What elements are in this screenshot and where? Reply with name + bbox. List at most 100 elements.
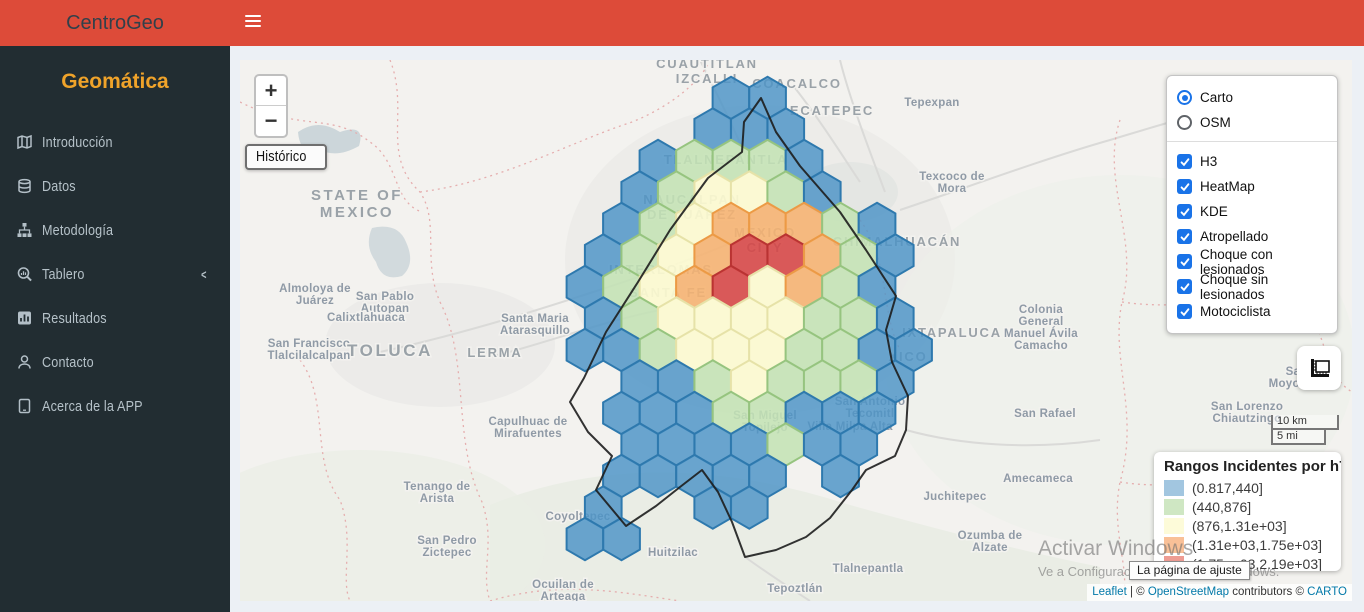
legend-item: (876,1.31e+03] [1164, 516, 1331, 535]
sidebar-item-resultados[interactable]: Resultados [0, 296, 230, 340]
legend-rows: (0.817,440] (440,876] (876,1.31e+03] (1.31e… [1164, 478, 1331, 571]
checkbox-checked-icon[interactable] [1177, 254, 1192, 269]
checkbox-checked-icon[interactable] [1177, 304, 1192, 319]
hex-cell[interactable] [729, 485, 769, 530]
brand-header[interactable]: CentroGeo [0, 0, 230, 46]
attribution-text: | © [1126, 586, 1148, 598]
place-label: Almoloya de [279, 283, 351, 295]
overlay-layer-choque-sin-lesionados[interactable]: Choque sin lesionados [1177, 271, 1327, 302]
sidebar-item-label: Resultados [42, 309, 107, 327]
overlay-layer-label: KDE [1200, 204, 1228, 219]
checkbox-checked-icon[interactable] [1177, 279, 1192, 294]
chevron-left-icon[interactable]: < [202, 267, 207, 282]
radio-selected-icon[interactable] [1177, 90, 1192, 105]
place-label: Tlalnepantla [833, 563, 904, 575]
place-label: San Francisco [268, 338, 351, 350]
ruler-icon [1311, 359, 1330, 377]
overlay-layer-choque-con-lesionados[interactable]: Choque con lesionados [1177, 247, 1327, 277]
legend-item: (0.817,440] [1164, 478, 1331, 497]
sidebar-item-tablero[interactable]: Tablero < [0, 252, 230, 296]
scale-control: 10 km 5 mi [1271, 415, 1339, 445]
sidebar-item-contacto[interactable]: Contacto [0, 340, 230, 384]
zoom-in-button[interactable]: + [256, 76, 286, 106]
overlay-layer-motociclista[interactable]: Motociclista [1177, 299, 1327, 324]
legend-swatch [1164, 517, 1184, 534]
place-label: Juárez [296, 295, 334, 307]
overlay-layer-label: Motociclista [1200, 304, 1271, 319]
legend-title: Rangos Incidentes por h7 [1164, 458, 1341, 475]
overlay-layer-atropellado[interactable]: Atropellado [1177, 224, 1327, 249]
sidebar-menu: Introducción Datos Metodología Tablero < Resu… [0, 120, 230, 428]
sidebar-item-label: Datos [42, 177, 76, 195]
tablet-icon [18, 398, 31, 414]
base-layer-carto[interactable]: Carto [1177, 85, 1327, 110]
measure-button[interactable] [1297, 346, 1341, 390]
place-label: Amecameca [1003, 473, 1073, 485]
checkbox-checked-icon[interactable] [1177, 154, 1192, 169]
hamburger-icon[interactable] [245, 15, 261, 30]
checkbox-checked-icon[interactable] [1177, 204, 1192, 219]
overlay-layer-label: HeatMap [1200, 179, 1255, 194]
hex-cell[interactable] [638, 453, 678, 499]
legend-range-label: (0.817,440] [1192, 479, 1263, 496]
place-label: ECATEPEC [790, 103, 874, 118]
sitemap-icon [17, 223, 32, 237]
map-icon [17, 134, 32, 150]
base-layer-label: OSM [1200, 115, 1231, 130]
zoom-control: + − [254, 74, 288, 138]
place-label: Tenango de [404, 481, 471, 493]
place-label: General [1019, 316, 1064, 328]
checkbox-checked-icon[interactable] [1177, 229, 1192, 244]
legend-item: (1.31e+03,1.75e+03] [1164, 535, 1331, 554]
hex-cell[interactable] [821, 453, 860, 499]
zoom-out-button[interactable]: − [256, 106, 286, 136]
search-chart-icon [17, 267, 32, 282]
place-label: LERMA [467, 345, 522, 360]
place-label: San Pablo [356, 291, 414, 303]
place-label: Huitzilac [648, 547, 698, 559]
place-label: Mora [938, 183, 967, 195]
sidebar-item-acerca-de-la-app[interactable]: Acerca de la APP [0, 384, 230, 428]
place-label: Ocuilan de [532, 579, 594, 591]
attribution-link[interactable]: Leaflet [1092, 586, 1127, 598]
overlay-layer-label: Choque sin lesionados [1200, 271, 1269, 302]
hex-cell[interactable] [565, 516, 605, 562]
radio-unselected-icon[interactable] [1177, 115, 1192, 130]
sidebar-item-metodolog-a[interactable]: Metodología [0, 208, 230, 252]
place-label: Santa Maria [501, 313, 569, 325]
historico-button[interactable]: Histórico [245, 144, 328, 170]
place-label: San Lorenzo [1211, 401, 1283, 413]
person-icon [18, 355, 31, 369]
app-subtitle: Geomática [61, 70, 169, 93]
base-layer-label: Carto [1200, 90, 1234, 105]
attribution-text: contributors © [1229, 586, 1308, 598]
place-label: Zictepec [422, 547, 471, 559]
map-canvas[interactable]: CUAUTITLAN IZCALLI COACALCO ECATEPEC Tepexpa… [240, 60, 1352, 601]
attribution-link[interactable]: CARTO [1307, 586, 1347, 598]
legend-swatch [1164, 498, 1184, 515]
overlay-layer-list: H3 HeatMap KDE Atropellado Choque con lesion… [1177, 149, 1327, 324]
scale-mi: 5 mi [1271, 430, 1326, 445]
attribution-link[interactable]: OpenStreetMap [1148, 586, 1229, 598]
tooltip: La página de ajuste [1129, 561, 1250, 580]
legend-range-label: (1.31e+03,1.75e+03] [1192, 536, 1323, 553]
sidebar-item-introducci-n[interactable]: Introducción [0, 120, 230, 164]
place-label: STATE OF [311, 187, 403, 204]
hex-cell[interactable] [602, 516, 641, 562]
bar-chart-icon [18, 311, 31, 325]
attribution: Leaflet | © OpenStreetMap contributors ©… [1087, 584, 1352, 601]
layers-divider [1167, 141, 1337, 142]
overlay-layer-kde[interactable]: KDE [1177, 199, 1327, 224]
place-label: Ozumba de [958, 530, 1023, 542]
base-layer-osm[interactable]: OSM [1177, 110, 1327, 135]
place-label: Tlalcilalcalpan [267, 350, 350, 362]
legend-range-label: (876,1.31e+03] [1192, 517, 1287, 534]
overlay-layer-heatmap[interactable]: HeatMap [1177, 174, 1327, 199]
legend-range-label: (440,876] [1192, 498, 1252, 515]
sidebar-item-label: Introducción [42, 133, 113, 151]
overlay-layer-h3[interactable]: H3 [1177, 149, 1327, 174]
sidebar-item-label: Acerca de la APP [42, 397, 143, 415]
legend-item: (440,876] [1164, 497, 1331, 516]
checkbox-checked-icon[interactable] [1177, 179, 1192, 194]
sidebar-item-datos[interactable]: Datos [0, 164, 230, 208]
